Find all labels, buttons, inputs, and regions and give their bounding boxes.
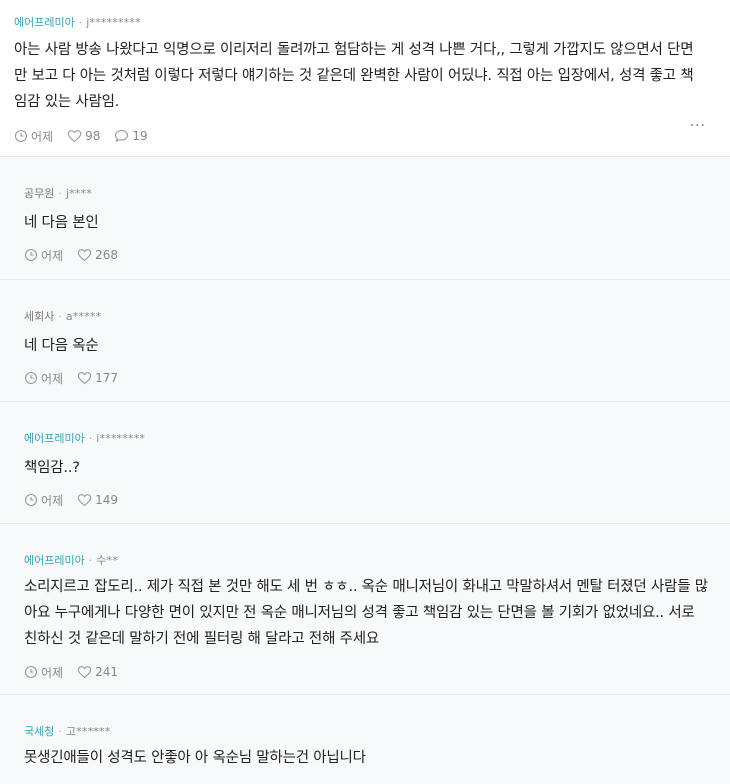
post-text: 아는 사람 방송 나왔다고 익명으로 이리저리 돌려까고 험담하는 게 성격 나… <box>14 42 694 110</box>
user-name: a***** <box>65 309 102 323</box>
comment-actions: 어제 268 <box>24 245 710 265</box>
time-stamp: 어제 <box>24 664 63 681</box>
separator-dot: · <box>88 553 93 567</box>
company-name[interactable]: 에어프레미아 <box>24 430 85 446</box>
clock-icon <box>24 493 38 507</box>
heart-icon <box>77 249 92 262</box>
comment-meta: 세회사 · a***** <box>24 308 710 324</box>
like-button[interactable]: 177 <box>77 371 118 385</box>
user-name: j********* <box>86 15 141 29</box>
comment-text: 네 다음 본인 <box>24 215 99 231</box>
heart-icon <box>77 666 92 679</box>
comment-text: 책임감..? <box>24 460 80 476</box>
time-stamp: 어제 <box>24 247 63 264</box>
comment-item: 에어프레미아 · 수** 소리지르고 잡도리.. 제가 직접 본 것만 해도 세… <box>0 523 730 694</box>
time-label: 어제 <box>41 493 64 508</box>
comment-meta: 공무원 · j**** <box>24 185 710 201</box>
time-label: 어제 <box>41 371 64 386</box>
company-name[interactable]: 국세청 <box>24 723 54 739</box>
time-label: 어제 <box>31 129 54 144</box>
post: 에어프레미아 · j********* 아는 사람 방송 나왔다고 익명으로 이… <box>0 0 730 156</box>
like-button[interactable]: 268 <box>77 248 118 262</box>
like-button[interactable]: 98 <box>67 129 100 143</box>
comment-actions: 어제 149 <box>24 490 710 510</box>
time-stamp: 어제 <box>14 128 53 145</box>
separator-dot: · <box>58 309 62 323</box>
post-actions: 어제 98 19 <box>14 126 710 146</box>
company-name[interactable]: 에어프레미아 <box>24 552 85 568</box>
user-name: 수** <box>96 554 118 567</box>
comment-text: 소리지르고 잡도리.. 제가 직접 본 것만 해도 세 번 ㅎㅎ.. 옥순 매니… <box>24 579 708 647</box>
comment-actions: 어제 241 <box>24 662 710 682</box>
like-count: 241 <box>95 665 118 679</box>
like-count: 149 <box>95 493 118 507</box>
comment-meta: 국세청 · 고****** <box>24 723 710 739</box>
more-options-button[interactable]: ··· <box>690 118 706 134</box>
comment-item: 국세청 · 고****** 못생긴애들이 성격도 안좋아 아 옥순님 말하는건 … <box>0 694 730 784</box>
comment-meta: 에어프레미아 · i******** <box>24 430 710 446</box>
heart-icon <box>77 494 92 507</box>
comment-button[interactable]: 19 <box>114 129 148 143</box>
comment-item: 공무원 · j**** 네 다음 본인 어제 268 <box>0 156 730 279</box>
comment-text: 못생긴애들이 성격도 안좋아 아 옥순님 말하는건 아닙니다 <box>24 750 366 766</box>
company-name[interactable]: 공무원 <box>24 185 54 201</box>
heart-icon <box>67 130 82 143</box>
time-stamp: 어제 <box>24 492 63 509</box>
company-name[interactable]: 세회사 <box>24 308 54 324</box>
separator-dot: · <box>78 15 83 29</box>
separator-dot: · <box>58 724 62 738</box>
comment-actions: 어제 177 <box>24 368 710 388</box>
time-label: 어제 <box>41 248 64 263</box>
like-button[interactable]: 241 <box>77 665 118 679</box>
like-count: 177 <box>95 371 118 385</box>
company-name[interactable]: 에어프레미아 <box>14 14 75 30</box>
user-name: j**** <box>65 186 92 200</box>
separator-dot: · <box>88 431 93 445</box>
time-label: 어제 <box>41 665 64 680</box>
clock-icon <box>24 371 38 385</box>
comment-icon <box>115 129 129 143</box>
post-meta: 에어프레미아 · j********* <box>14 14 710 30</box>
comment-count: 19 <box>132 129 148 143</box>
like-count: 268 <box>95 248 118 262</box>
like-count: 98 <box>85 129 101 143</box>
comment-text: 네 다음 옥순 <box>24 338 99 354</box>
comment-item: 세회사 · a***** 네 다음 옥순 어제 177 <box>0 279 730 401</box>
clock-icon <box>24 665 38 679</box>
time-stamp: 어제 <box>24 370 63 387</box>
comment-meta: 에어프레미아 · 수** <box>24 552 710 568</box>
clock-icon <box>14 129 28 143</box>
separator-dot: · <box>58 186 62 200</box>
heart-icon <box>77 372 92 385</box>
user-name: 고****** <box>65 725 111 738</box>
clock-icon <box>24 248 38 262</box>
user-name: i******** <box>96 431 146 445</box>
like-button[interactable]: 149 <box>77 493 118 507</box>
comment-item: 에어프레미아 · i******** 책임감..? 어제 149 <box>0 401 730 523</box>
